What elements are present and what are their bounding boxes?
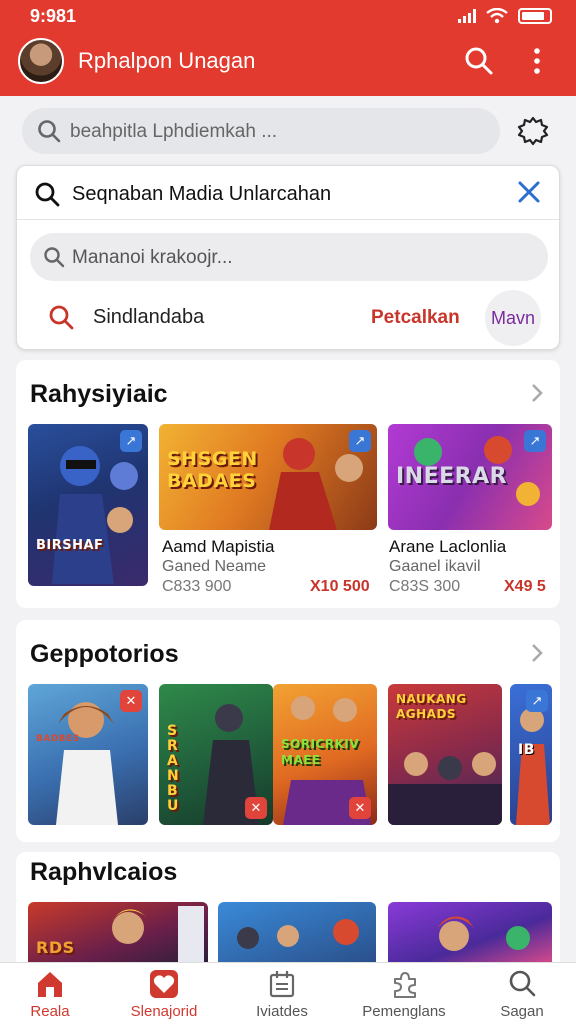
puzzle-icon bbox=[394, 972, 416, 998]
nav-label: Iviatdes bbox=[256, 1003, 308, 1020]
game-art-title: IB bbox=[518, 742, 535, 758]
nav-item-games[interactable]: Pemenglans bbox=[346, 963, 462, 1024]
section-categories: Geppotorios BADBES ✕ SRANBU ✕ SORICRKIV … bbox=[16, 620, 560, 842]
share-icon[interactable]: ↗ bbox=[526, 690, 548, 712]
active-search-row[interactable]: Seqnaban Madia Unlarcahan bbox=[17, 166, 559, 220]
avatar[interactable] bbox=[18, 38, 64, 84]
status-bar: 9:981 bbox=[0, 0, 576, 32]
recent-search-label: Sindlandaba bbox=[93, 306, 205, 328]
gear-icon[interactable] bbox=[516, 114, 550, 148]
more-vert-icon[interactable] bbox=[522, 46, 552, 76]
game-art-title: NAUKANG AGHADS bbox=[396, 692, 467, 721]
nav-item-home[interactable]: Reala bbox=[0, 963, 100, 1024]
game-price: C833 900 bbox=[162, 578, 232, 595]
bottom-nav: Reala Slenajorid Iviatdes Pemenglans Sag… bbox=[0, 962, 576, 1024]
game-name: Arane Laclonlia bbox=[389, 537, 507, 556]
section-title: Rahysiyiaic bbox=[30, 380, 168, 408]
section-title: Raphvlcaios bbox=[30, 858, 178, 886]
nav-label: Slenajorid bbox=[130, 1003, 198, 1020]
search-placeholder: beahpitla Lphdiemkah ... bbox=[70, 121, 278, 142]
game-subtitle: Ganed Neame bbox=[162, 558, 267, 575]
wrench-icon[interactable]: ✕ bbox=[349, 797, 371, 819]
game-card[interactable]: BIRSHAF ↗ bbox=[28, 424, 148, 586]
game-art-title: RDS bbox=[36, 938, 75, 957]
nav-label: Pemenglans bbox=[362, 1003, 446, 1020]
game-card[interactable]: SHSGEN BADAES ↗ bbox=[159, 424, 377, 530]
search-icon bbox=[509, 970, 536, 997]
game-card[interactable]: IB ↗ bbox=[510, 684, 552, 825]
cellular-signal-icon bbox=[458, 9, 476, 23]
section-popular: Raphvlcaios RDS bbox=[16, 852, 560, 964]
nav-item-search[interactable]: Sagan bbox=[472, 963, 572, 1024]
game-art-title: BIRSHAF bbox=[36, 538, 104, 553]
game-price: C83S 300 bbox=[389, 578, 461, 595]
wrench-icon[interactable]: ✕ bbox=[120, 690, 142, 712]
section-featured: Rahysiyiaic BIRSHAF ↗ SHSGEN BADAES ↗ Aa… bbox=[16, 360, 560, 608]
chevron-right-icon[interactable] bbox=[528, 642, 546, 664]
nav-label: Sagan bbox=[500, 1003, 544, 1020]
game-art-title: BADBES bbox=[36, 734, 80, 744]
share-icon[interactable]: ↗ bbox=[524, 430, 546, 452]
search-suggestions-panel: Seqnaban Madia Unlarcahan Mananoi krakoo… bbox=[16, 165, 560, 350]
suggestion-item[interactable]: Mananoi krakoojr... bbox=[30, 233, 548, 281]
game-card[interactable]: NAUKANG AGHADS bbox=[388, 684, 502, 825]
game-card[interactable]: RDS bbox=[28, 902, 208, 964]
game-art-title: SRANBU bbox=[167, 723, 180, 814]
search-input[interactable]: beahpitla Lphdiemkah ... bbox=[22, 108, 500, 154]
share-icon[interactable]: ↗ bbox=[349, 430, 371, 452]
game-card[interactable] bbox=[388, 902, 552, 964]
search-icon bbox=[35, 182, 60, 207]
close-icon[interactable] bbox=[515, 178, 543, 206]
nav-item-favorites[interactable]: Slenajorid bbox=[108, 963, 220, 1024]
game-art-title: INEERAR bbox=[396, 464, 508, 489]
game-name: Aamd Mapistia bbox=[162, 537, 275, 556]
chevron-right-icon[interactable] bbox=[528, 382, 546, 404]
app-header: 9:981 Rphalpon Unagan bbox=[0, 0, 576, 96]
status-icons bbox=[458, 8, 552, 24]
section-title: Geppotorios bbox=[30, 640, 179, 668]
search-action-pill[interactable]: Mavn bbox=[485, 290, 541, 346]
game-card[interactable]: INEERAR ↗ bbox=[388, 424, 552, 530]
game-card[interactable]: BADBES ✕ bbox=[28, 684, 148, 825]
share-icon[interactable]: ↗ bbox=[120, 430, 142, 452]
game-price-alt: X49 5 bbox=[504, 578, 546, 595]
battery-icon bbox=[518, 8, 552, 24]
search-icon bbox=[44, 247, 65, 268]
suggestion-label: Mananoi krakoojr... bbox=[72, 247, 233, 268]
nav-label: Reala bbox=[30, 1003, 70, 1020]
search-icon bbox=[38, 120, 61, 143]
wifi-icon bbox=[486, 8, 508, 24]
calendar-icon bbox=[269, 971, 295, 998]
wrench-icon[interactable]: ✕ bbox=[245, 797, 267, 819]
game-card[interactable] bbox=[218, 902, 376, 964]
search-icon bbox=[49, 305, 74, 330]
game-subtitle: Gaanel ikavil bbox=[389, 558, 481, 575]
hero-illustration bbox=[237, 919, 359, 949]
game-card[interactable]: SORICRKIV MAEE ✕ bbox=[273, 684, 377, 825]
home-icon bbox=[38, 972, 62, 997]
game-card[interactable]: SRANBU ✕ bbox=[159, 684, 273, 825]
status-time: 9:981 bbox=[30, 6, 77, 26]
game-art-title: SHSGEN BADAES bbox=[167, 448, 258, 492]
search-action-link[interactable]: Petcalkan bbox=[371, 307, 460, 329]
hero-illustration bbox=[436, 916, 530, 951]
search-query: Seqnaban Madia Unlarcahan bbox=[72, 183, 332, 205]
search-icon[interactable] bbox=[464, 46, 494, 76]
game-price-alt: X10 500 bbox=[310, 578, 370, 595]
nav-item-updates[interactable]: Iviatdes bbox=[228, 963, 336, 1024]
heart-icon bbox=[150, 970, 178, 998]
page-title: Rphalpon Unagan bbox=[78, 48, 256, 73]
game-art-title: SORICRKIV MAEE bbox=[281, 737, 360, 767]
